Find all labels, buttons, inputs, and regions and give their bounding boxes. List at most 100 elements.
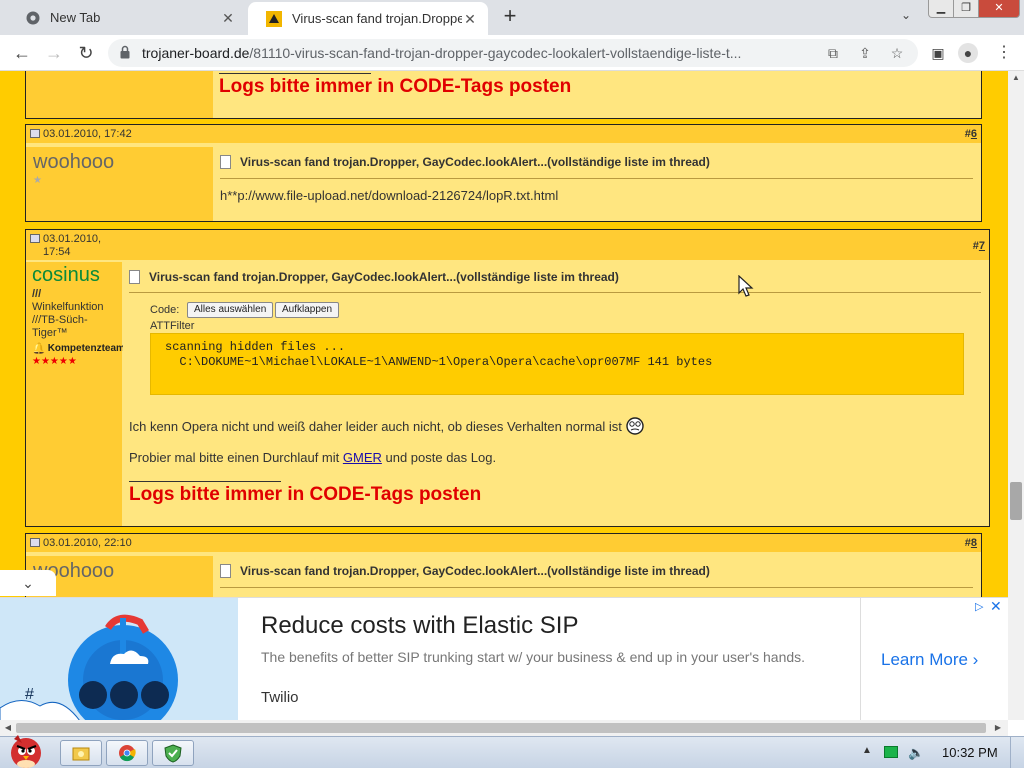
user-title-line: ///TB-Süch- xyxy=(32,314,88,326)
bookmark-star-icon[interactable]: ☆ xyxy=(888,44,906,62)
post-number[interactable]: #7 xyxy=(973,240,985,252)
expand-button[interactable]: Aufklappen xyxy=(275,302,340,318)
chrome-icon xyxy=(119,745,136,762)
select-all-button[interactable]: Alles auswählen xyxy=(187,302,274,318)
lock-icon[interactable] xyxy=(120,45,130,59)
ad-close-icon[interactable]: ✕ xyxy=(990,598,1002,615)
tab-new-tab[interactable]: New Tab ✕ xyxy=(8,0,246,35)
close-icon[interactable]: ✕ xyxy=(462,11,478,27)
post-7: 03.01.2010, 17:54 #7 cosinus /// Winkelf… xyxy=(25,229,990,527)
post-text: Probier mal bitte einen Durchlauf mit GM… xyxy=(129,450,496,465)
tab-active[interactable]: Virus-scan fand trojan.Dropper ✕ xyxy=(248,2,488,35)
menu-icon[interactable]: ⋮ xyxy=(994,43,1014,63)
url-text[interactable]: trojaner-board.de/81110-virus-scan-fand-… xyxy=(142,45,822,61)
post-number[interactable]: #6 xyxy=(965,128,977,140)
new-tab-button[interactable]: + xyxy=(498,5,522,29)
tab-title: Virus-scan fand trojan.Dropper xyxy=(292,11,462,26)
browser-toolbar: ← → ↻ trojaner-board.de/81110-virus-scan… xyxy=(0,35,1024,71)
gmer-link[interactable]: GMER xyxy=(343,450,382,465)
post-date: 03.01.2010, 17:42 xyxy=(30,128,132,140)
forward-button[interactable]: → xyxy=(42,41,66,65)
ad-title[interactable]: Reduce costs with Elastic SIP xyxy=(261,612,578,640)
ad-choices-icon[interactable]: ▷ xyxy=(975,600,983,613)
post-header: 03.01.2010, 17:54 #7 xyxy=(26,230,989,260)
tab-search-icon[interactable]: ⌄ xyxy=(896,8,916,28)
signature-line xyxy=(129,481,281,482)
taskbar-security-icon[interactable] xyxy=(152,740,194,766)
code-caption: ATTFilter xyxy=(150,320,195,332)
post-userinfo xyxy=(26,71,213,118)
user-title-line: Winkelfunktion xyxy=(32,301,104,313)
chevron-right-icon: › xyxy=(972,650,979,669)
rank-stars-icon: ★★★★★ xyxy=(32,356,77,367)
side-panel-icon[interactable]: ▣ xyxy=(928,43,948,63)
screen: New Tab ✕ Virus-scan fand trojan.Dropper… xyxy=(0,0,1024,768)
post-icon xyxy=(30,538,40,547)
horizontal-scrollbar[interactable]: ◀ ▶ xyxy=(0,720,1008,736)
code-label: Code: xyxy=(150,304,180,316)
post-userinfo: cosinus /// Winkelfunktion ///TB-Süch- T… xyxy=(26,262,125,526)
post-title-text: Virus-scan fand trojan.Dropper, GayCodec… xyxy=(149,270,619,284)
volume-icon[interactable]: 🔈 xyxy=(908,745,924,761)
post-6: 03.01.2010, 17:42 #6 woohooo ★ Virus-sca… xyxy=(25,124,982,222)
divider xyxy=(220,178,973,179)
address-bar[interactable]: trojaner-board.de/81110-virus-scan-fand-… xyxy=(108,39,918,67)
post-date-text: 03.01.2010, 22:10 xyxy=(43,537,132,549)
minimize-button[interactable]: ▁ xyxy=(928,0,954,18)
tray-expand-icon[interactable]: ▲ xyxy=(862,745,872,756)
back-button[interactable]: ← xyxy=(10,41,34,65)
document-icon xyxy=(220,155,231,169)
bell-icon: 🔔 xyxy=(32,343,46,355)
post-number-link[interactable]: 8 xyxy=(971,537,977,549)
folder-icon xyxy=(72,747,90,761)
scrollbar-thumb[interactable] xyxy=(1010,482,1022,520)
post-previous: Logs bitte immer in CODE-Tags posten xyxy=(25,71,982,119)
ad-divider xyxy=(860,598,861,721)
learn-more-button[interactable]: Learn More › xyxy=(881,650,978,670)
post-number-link[interactable]: 6 xyxy=(971,128,977,140)
window-close-button[interactable]: ✕ xyxy=(978,0,1020,18)
divider xyxy=(129,292,981,293)
scroll-up-icon[interactable]: ▲ xyxy=(1008,71,1024,85)
username[interactable]: cosinus xyxy=(32,264,100,287)
post-title: Virus-scan fand trojan.Dropper, GayCodec… xyxy=(220,564,710,578)
close-icon[interactable]: ✕ xyxy=(220,10,236,26)
post-text-line: Ich kenn Opera nicht und weiß daher leid… xyxy=(129,418,622,434)
maximize-button[interactable]: ❐ xyxy=(953,0,979,18)
ad-collapse-button[interactable]: ⌄ xyxy=(0,570,56,596)
ad-illustration xyxy=(0,598,238,721)
user-title-line: Tiger™ xyxy=(32,327,68,339)
ad-image[interactable]: # xyxy=(0,598,238,721)
post-title-text: Virus-scan fand trojan.Dropper, GayCodec… xyxy=(240,564,710,578)
mouse-cursor-icon xyxy=(738,275,754,297)
ad-image-glyph: # xyxy=(25,686,34,703)
vertical-scrollbar[interactable]: ▲ xyxy=(1008,71,1024,720)
ad-banner[interactable]: # Reduce costs with Elastic SIP The bene… xyxy=(0,597,1008,721)
post-text-fragment: und poste das Log. xyxy=(381,450,497,465)
url-host: trojaner-board.de xyxy=(142,45,250,61)
network-icon[interactable] xyxy=(884,746,898,758)
share-icon[interactable]: ⇪ xyxy=(856,44,874,62)
show-desktop-button[interactable] xyxy=(1010,737,1024,768)
scrollbar-thumb[interactable] xyxy=(16,723,986,733)
username[interactable]: woohooo xyxy=(33,151,114,174)
code-block: scanning hidden files ... C:\DOKUME~1\Mi… xyxy=(150,333,964,395)
scroll-right-icon[interactable]: ▶ xyxy=(990,720,1006,736)
post-title: Virus-scan fand trojan.Dropper, GayCodec… xyxy=(220,155,710,169)
translate-icon[interactable]: ⧉ xyxy=(824,44,842,62)
post-number[interactable]: #8 xyxy=(965,537,977,549)
post-text: Ich kenn Opera nicht und weiß daher leid… xyxy=(129,417,644,435)
ad-brand[interactable]: Twilio xyxy=(261,689,299,706)
signature: Logs bitte immer in CODE-Tags posten xyxy=(129,484,482,505)
profile-icon[interactable]: ● xyxy=(958,43,978,63)
clock[interactable]: 10:32 PM xyxy=(942,745,998,760)
document-icon xyxy=(129,270,140,284)
taskbar-chrome-icon[interactable] xyxy=(106,740,148,766)
start-button-angry-bird-icon[interactable] xyxy=(2,729,52,768)
post-text: h**p://www.file-upload.net/download-2126… xyxy=(220,188,559,203)
reload-button[interactable]: ↻ xyxy=(74,41,98,65)
taskbar-explorer-icon[interactable] xyxy=(60,740,102,766)
learn-more-label: Learn More xyxy=(881,650,968,669)
post-number-link[interactable]: 7 xyxy=(979,240,985,252)
ad-description[interactable]: The benefits of better SIP trunking star… xyxy=(261,648,821,666)
